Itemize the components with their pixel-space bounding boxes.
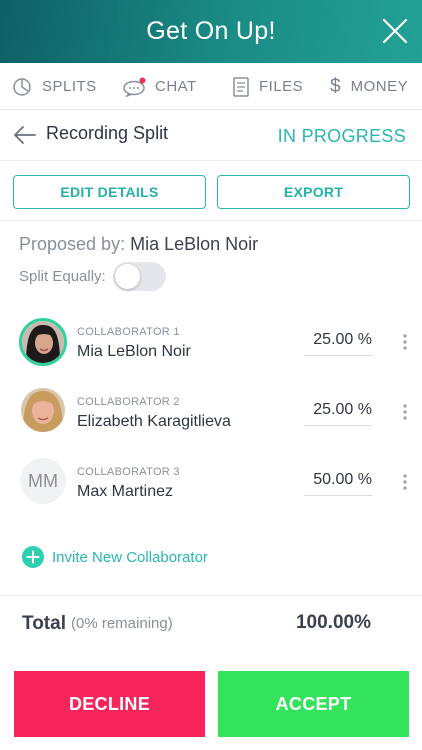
collaborator-row: MM COLLABORATOR 3 Max Martinez 50.00 % bbox=[0, 458, 422, 528]
avatar bbox=[19, 318, 67, 366]
collaborator-row: COLLABORATOR 2 Elizabeth Karagitlieva 25… bbox=[0, 388, 422, 458]
tab-files-label: FILES bbox=[259, 78, 304, 95]
split-subheader: Recording Split IN PROGRESS bbox=[0, 110, 422, 160]
collaborator-name: Elizabeth Karagitlieva bbox=[77, 413, 231, 430]
proposed-by: Proposed by: Mia LeBlon Noir bbox=[19, 234, 258, 255]
total-value: 100.00% bbox=[295, 612, 371, 633]
profile-photo-icon bbox=[22, 321, 64, 363]
tab-bar: SPLITS CHAT FILES $ MONEY bbox=[0, 63, 422, 110]
close-icon[interactable] bbox=[382, 18, 408, 44]
tab-splits-label: SPLITS bbox=[42, 78, 97, 95]
export-button[interactable]: EXPORT bbox=[217, 175, 410, 209]
action-bar: EDIT DETAILS EXPORT bbox=[0, 160, 422, 221]
split-title: Recording Split bbox=[46, 123, 169, 143]
dollar-icon: $ bbox=[330, 75, 341, 97]
collaborator-role: COLLABORATOR 1 bbox=[77, 326, 180, 338]
decline-button[interactable]: DECLINE bbox=[14, 671, 205, 737]
total-row: Total (0% remaining) 100.00% bbox=[0, 595, 422, 650]
back-arrow-icon[interactable] bbox=[12, 123, 38, 147]
tab-splits[interactable]: SPLITS bbox=[12, 63, 97, 110]
document-icon bbox=[233, 76, 249, 97]
collaborator-name: Mia LeBlon Noir bbox=[77, 343, 191, 360]
percent-input[interactable]: 50.00 % bbox=[304, 466, 372, 496]
tab-money[interactable]: $ MONEY bbox=[330, 63, 408, 110]
more-options-icon[interactable] bbox=[400, 472, 410, 492]
status-badge: IN PROGRESS bbox=[277, 126, 406, 146]
chat-bubble-icon bbox=[123, 77, 146, 97]
collaborator-name: Max Martinez bbox=[77, 483, 174, 500]
profile-photo-icon bbox=[21, 388, 65, 432]
percent-input[interactable]: 25.00 % bbox=[304, 326, 372, 356]
total-label: Total bbox=[22, 613, 66, 634]
header-title: Get On Up! bbox=[146, 17, 276, 45]
collaborator-role: COLLABORATOR 2 bbox=[77, 396, 180, 408]
avatar: MM bbox=[20, 458, 66, 504]
proposed-by-label: Proposed by: bbox=[19, 234, 126, 254]
avatar bbox=[21, 388, 65, 432]
remaining-text: (0% remaining) bbox=[71, 615, 173, 632]
percent-input[interactable]: 25.00 % bbox=[304, 396, 372, 426]
collaborator-role: COLLABORATOR 3 bbox=[77, 466, 180, 478]
tab-files[interactable]: FILES bbox=[233, 63, 303, 110]
invite-collaborator-button[interactable]: Invite New Collaborator bbox=[22, 546, 208, 568]
tab-money-label: MONEY bbox=[350, 78, 409, 95]
plus-circle-icon bbox=[22, 546, 44, 568]
split-equally-label: Split Equally: bbox=[19, 268, 106, 285]
proposer-name: Mia LeBlon Noir bbox=[130, 234, 259, 254]
more-options-icon[interactable] bbox=[400, 332, 410, 352]
toggle-knob bbox=[115, 264, 140, 289]
accept-button[interactable]: ACCEPT bbox=[218, 671, 409, 737]
collaborator-row: COLLABORATOR 1 Mia LeBlon Noir 25.00 % bbox=[0, 318, 422, 388]
more-options-icon[interactable] bbox=[400, 402, 410, 422]
split-equally-toggle[interactable] bbox=[113, 262, 166, 291]
invite-label: Invite New Collaborator bbox=[52, 548, 208, 566]
tab-chat-label: CHAT bbox=[155, 78, 197, 95]
app-header: Get On Up! bbox=[0, 0, 422, 63]
notification-dot bbox=[139, 77, 146, 83]
tab-chat[interactable]: CHAT bbox=[123, 63, 197, 110]
pie-chart-icon bbox=[13, 77, 31, 96]
edit-details-button[interactable]: EDIT DETAILS bbox=[13, 175, 206, 209]
